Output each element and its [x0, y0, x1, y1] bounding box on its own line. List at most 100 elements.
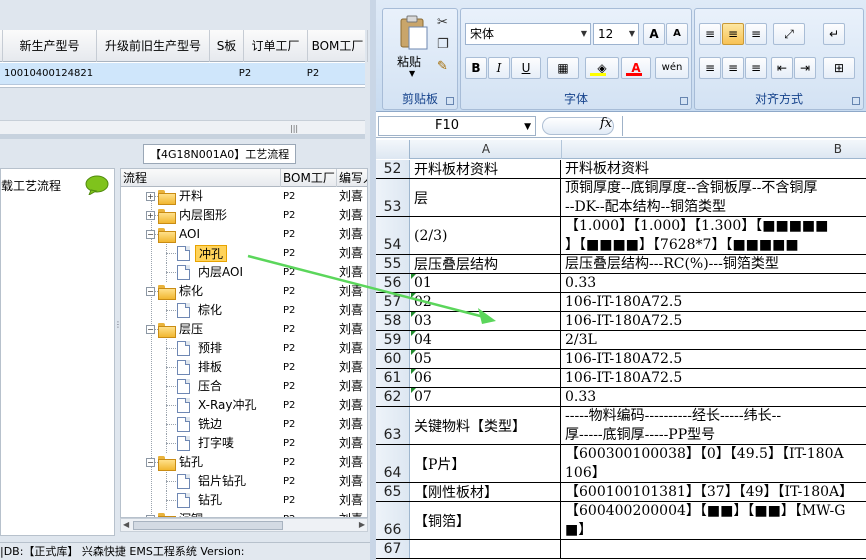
row-header[interactable]: 64 — [376, 445, 410, 482]
row-header[interactable]: 55 — [376, 255, 410, 273]
italic-button[interactable]: I — [488, 57, 510, 79]
orientation-button[interactable]: ⤢ — [773, 23, 805, 45]
row-header[interactable]: 62 — [376, 388, 410, 406]
cell-a[interactable]: 开料板材资料 — [411, 160, 561, 178]
decrease-indent-button[interactable]: ⇤ — [771, 57, 793, 79]
font-name-combo[interactable]: 宋体 ▼ — [465, 23, 591, 45]
cell-b[interactable]: 层压叠层结构---RC(%)---铜箔类型 — [562, 255, 866, 273]
copy-icon[interactable]: ❐ — [437, 37, 449, 52]
cell-b[interactable]: -----物料编码----------经长-----纬长-- 厚-----底铜厚… — [562, 407, 866, 444]
tree-item[interactable]: 铣边 P2 刘喜 — [121, 415, 367, 434]
cell-a[interactable]: 04 — [411, 331, 561, 349]
cut-icon[interactable]: ✂ — [437, 15, 448, 30]
dialog-launcher-icon[interactable] — [446, 97, 454, 105]
tree-item[interactable]: 排板 P2 刘喜 — [121, 358, 367, 377]
dialog-launcher-icon[interactable] — [852, 97, 860, 105]
row-header[interactable]: 65 — [376, 483, 410, 501]
phonetic-button[interactable]: wén — [655, 57, 689, 79]
cell-a[interactable]: 07 — [411, 388, 561, 406]
cell-a[interactable]: 【P片】 — [411, 445, 561, 482]
cell-b[interactable]: 【600300100038】【0】【49.5】【IT-180A 106】 — [562, 445, 866, 482]
cell-b[interactable]: 2/3L — [562, 331, 866, 349]
row-header[interactable]: 57 — [376, 293, 410, 311]
insert-function-icon[interactable]: fx — [600, 116, 612, 131]
align-right-button[interactable]: ≡ — [745, 57, 767, 79]
cell-a[interactable]: 【刚性板材】 — [411, 483, 561, 501]
tree-item[interactable]: − 钻孔 P2 刘喜 — [121, 453, 367, 472]
tree-item[interactable]: 压合 P2 刘喜 — [121, 377, 367, 396]
tree-item[interactable]: − 层压 P2 刘喜 — [121, 320, 367, 339]
column-header-a[interactable]: A — [411, 140, 562, 159]
row-header[interactable]: 67 — [376, 540, 410, 558]
tree-item[interactable]: + 内层图形 P2 刘喜 — [121, 206, 367, 225]
paste-dropdown-icon[interactable]: ▼ — [409, 69, 415, 78]
paste-icon[interactable] — [399, 15, 429, 51]
tree-item[interactable]: 打字唛 P2 刘喜 — [121, 434, 367, 453]
chat-bubble-icon[interactable] — [85, 175, 109, 195]
shrink-font-button[interactable]: A — [666, 23, 688, 45]
cell-a[interactable]: 层 — [411, 179, 561, 216]
grid-header-bom-factory[interactable]: BOM工厂 — [308, 30, 368, 62]
cell-b[interactable]: 【1.000】【1.000】【1.300】【■■■■■ 】【■■■■】【7628… — [562, 217, 866, 254]
row-header[interactable]: 61 — [376, 369, 410, 387]
expand-icon[interactable]: + — [146, 192, 155, 201]
tree-item[interactable]: 铝片钻孔 P2 刘喜 — [121, 472, 367, 491]
cell-b[interactable]: 106-IT-180A72.5 — [562, 312, 866, 330]
align-left-button[interactable]: ≡ — [699, 57, 721, 79]
row-header[interactable]: 54 — [376, 217, 410, 254]
font-size-combo[interactable]: 12 ▼ — [593, 23, 639, 45]
underline-button[interactable]: U — [511, 57, 541, 79]
tree-item[interactable]: 棕化 P2 刘喜 — [121, 301, 367, 320]
cell-a[interactable]: 层压叠层结构 — [411, 255, 561, 273]
grow-font-button[interactable]: A — [643, 23, 665, 45]
grid-header-order-factory[interactable]: 订单工厂 — [244, 30, 308, 62]
column-header-b[interactable]: B — [562, 140, 866, 159]
collapse-icon[interactable]: − — [146, 325, 155, 334]
tree-item[interactable]: 冲孔 P2 刘喜 — [121, 244, 367, 263]
load-process-label[interactable]: 载工艺流程 — [1, 177, 61, 194]
row-header[interactable]: 59 — [376, 331, 410, 349]
collapse-icon[interactable]: − — [146, 287, 155, 296]
collapse-icon[interactable]: − — [146, 230, 155, 239]
borders-button[interactable]: ▦ — [547, 57, 579, 79]
row-header[interactable]: 58 — [376, 312, 410, 330]
align-bottom-button[interactable]: ≡ — [745, 23, 767, 45]
cell-a[interactable]: 01 — [411, 274, 561, 292]
fill-color-button[interactable]: ◈ — [585, 57, 619, 79]
collapse-icon[interactable]: − — [146, 458, 155, 467]
grid-header-new-model[interactable]: 新生产型号 — [3, 30, 97, 62]
tree-header-bom-factory[interactable]: BOM工厂 — [281, 169, 337, 187]
tree-item[interactable]: 预排 P2 刘喜 — [121, 339, 367, 358]
scroll-left-icon[interactable]: ◀ — [123, 520, 129, 529]
row-header[interactable]: 60 — [376, 350, 410, 368]
increase-indent-button[interactable]: ⇥ — [794, 57, 816, 79]
formula-input[interactable] — [622, 116, 866, 136]
cell-a[interactable]: 06 — [411, 369, 561, 387]
tree-item[interactable]: −沉铜P2刘喜 — [121, 510, 367, 517]
cell-a[interactable]: 关键物料【类型】 — [411, 407, 561, 444]
cell-b[interactable]: 开料板材资料 — [562, 160, 866, 178]
row-header[interactable]: 63 — [376, 407, 410, 444]
tree-header-flow[interactable]: 流程 — [121, 169, 281, 187]
tree-horizontal-scrollbar[interactable]: ◀ ▶ — [120, 518, 368, 532]
tree-item[interactable]: 内层AOI P2 刘喜 — [121, 263, 367, 282]
align-middle-button[interactable]: ≡ — [722, 23, 744, 45]
tree-item[interactable]: + 开料 P2 刘喜 — [121, 187, 367, 206]
cell-b[interactable]: 顶铜厚度--底铜厚度--含铜板厚--不含铜厚 --DK--配本结构--铜箔类型 — [562, 179, 866, 216]
expand-icon[interactable]: + — [146, 211, 155, 220]
scroll-right-icon[interactable]: ▶ — [359, 520, 365, 529]
cell-a[interactable]: 【铜箔】 — [411, 502, 561, 539]
cell-a[interactable]: 05 — [411, 350, 561, 368]
row-header[interactable]: 66 — [376, 502, 410, 539]
tree-item[interactable]: 钻孔 P2 刘喜 — [121, 491, 367, 510]
scroll-thumb[interactable] — [133, 521, 283, 530]
cell-b[interactable]: 【600400200004】【■■】【■■】【MW-G ■】 — [562, 502, 866, 539]
cell-b[interactable]: 【600100101381】【37】【49】【IT-180A】 — [562, 483, 866, 501]
dialog-launcher-icon[interactable] — [680, 97, 688, 105]
cell-b[interactable]: 0.33 — [562, 274, 866, 292]
wrap-text-button[interactable]: ↵ — [823, 23, 845, 45]
paste-button-label[interactable]: 粘贴 — [397, 53, 421, 70]
cell-a[interactable] — [411, 540, 561, 558]
bold-button[interactable]: B — [465, 57, 487, 79]
row-header[interactable]: 53 — [376, 179, 410, 216]
